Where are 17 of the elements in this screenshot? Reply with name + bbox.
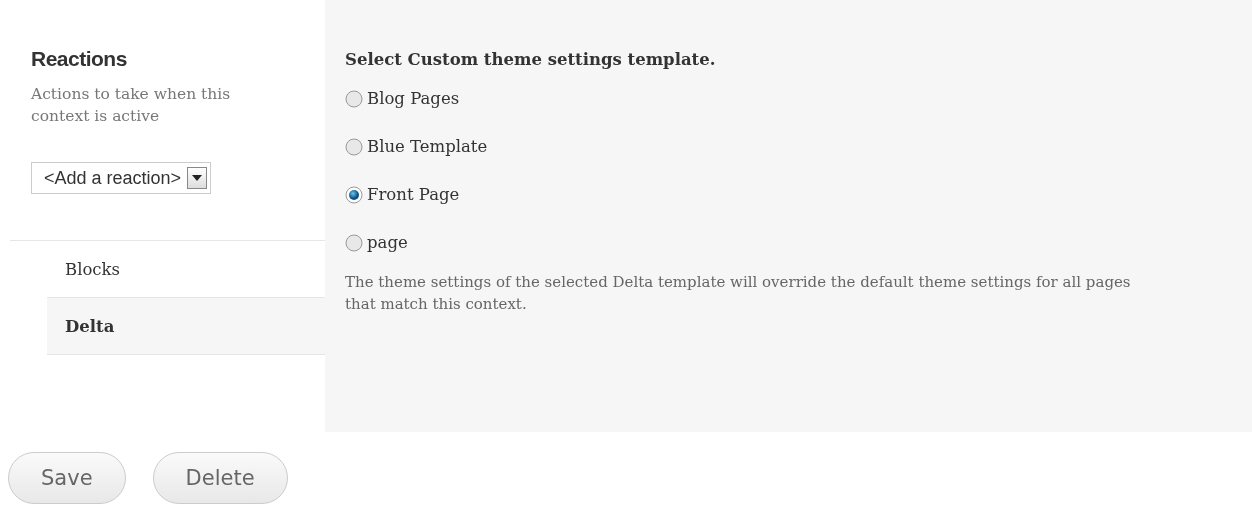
panel-heading: Select Custom theme settings template. [345, 50, 716, 69]
reaction-dropdown[interactable]: <Add a reaction> [31, 162, 212, 194]
radio-label[interactable]: page [367, 233, 408, 252]
radio-label[interactable]: Blue Template [367, 137, 488, 156]
help-text: The theme settings of the selected Delta template will override the default theme settings for all pages that match this context. [345, 272, 1132, 315]
radio-label[interactable]: Front Page [367, 185, 460, 204]
radio-button[interactable] [345, 233, 363, 252]
section-description: Actions to take when this context is active [31, 84, 232, 127]
vertical-tab[interactable]: Delta [47, 298, 325, 355]
action-button[interactable]: Delete [152, 452, 288, 504]
radio-label[interactable]: Blog Pages [367, 89, 460, 108]
radio-button[interactable] [345, 185, 363, 204]
radio-button[interactable] [345, 89, 363, 108]
caret-icon [192, 175, 203, 181]
radio-button[interactable] [345, 137, 363, 156]
section-title: Reactions [31, 47, 127, 71]
action-button[interactable]: Save [8, 452, 126, 504]
